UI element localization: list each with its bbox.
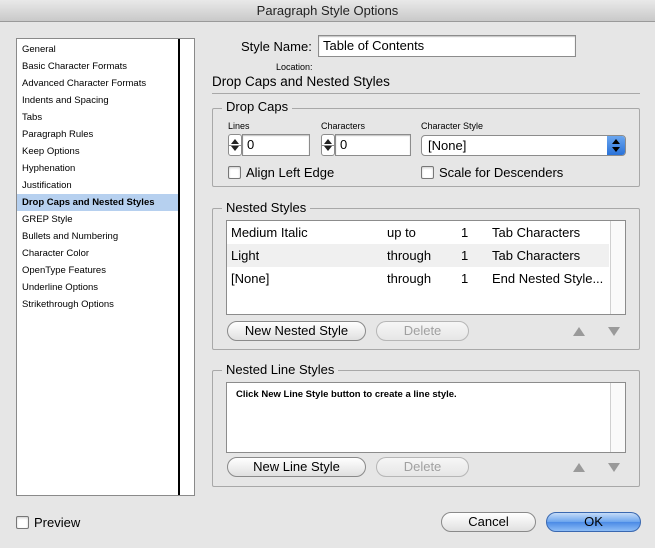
nested-line-styles-list[interactable]: Click New Line Style button to create a … (226, 382, 626, 453)
table-row[interactable]: [None] through 1 End Nested Style... (227, 267, 609, 290)
section-divider (212, 93, 640, 94)
category-keep-options[interactable]: Keep Options (17, 143, 178, 160)
nested-style-mode: through (387, 248, 432, 263)
align-left-edge-label: Align Left Edge (246, 165, 335, 180)
scale-for-descenders-checkbox[interactable] (421, 166, 434, 179)
new-line-style-button[interactable]: New Line Style (227, 457, 366, 477)
lines-label: Lines (228, 121, 250, 131)
category-strikethrough-options[interactable]: Strikethrough Options (17, 296, 178, 313)
category-grep-style[interactable]: GREP Style (17, 211, 178, 228)
category-general[interactable]: General (17, 41, 178, 58)
align-left-edge-checkbox[interactable] (228, 166, 241, 179)
preview-checkbox[interactable] (16, 516, 29, 529)
nested-style-end: Tab Characters (492, 225, 581, 240)
category-list[interactable]: General Basic Character Formats Advanced… (16, 38, 195, 496)
category-justification[interactable]: Justification (17, 177, 178, 194)
nested-line-styles-hint: Click New Line Style button to create a … (236, 389, 457, 400)
category-indents-and-spacing[interactable]: Indents and Spacing (17, 92, 178, 109)
nested-style-name: Medium Italic (231, 225, 308, 240)
preview-label: Preview (34, 515, 81, 530)
category-drop-caps-and-nested-styles[interactable]: Drop Caps and Nested Styles (17, 194, 178, 211)
category-opentype-features[interactable]: OpenType Features (17, 262, 178, 279)
characters-label: Characters (321, 121, 366, 131)
nested-style-end: Tab Characters (492, 248, 581, 263)
characters-increment-icon[interactable] (324, 139, 332, 144)
characters-decrement-icon[interactable] (324, 146, 332, 151)
category-underline-options[interactable]: Underline Options (17, 279, 178, 296)
nested-style-count: 1 (461, 225, 469, 240)
triangle-up-icon (573, 463, 585, 472)
style-name-label: Style Name: (241, 39, 312, 54)
nested-styles-list[interactable]: Medium Italic up to 1 Tab Characters Lig… (226, 220, 626, 315)
move-down-line-style-button[interactable] (607, 461, 621, 473)
category-list-scrollbar[interactable] (178, 39, 194, 495)
nested-style-mode: through (387, 271, 432, 286)
nested-styles-scrollbar[interactable] (610, 221, 625, 314)
window-title-bar: Paragraph Style Options (0, 0, 655, 22)
lines-input[interactable]: 0 (242, 134, 310, 156)
move-up-line-style-button[interactable] (572, 461, 586, 473)
move-up-nested-style-button[interactable] (572, 325, 586, 337)
ok-button[interactable]: OK (546, 512, 641, 532)
triangle-down-icon (608, 463, 620, 472)
nested-line-styles-scrollbar[interactable] (610, 383, 625, 452)
category-bullets-and-numbering[interactable]: Bullets and Numbering (17, 228, 178, 245)
table-row[interactable]: Light through 1 Tab Characters (227, 244, 609, 267)
nested-styles-title: Nested Styles (222, 200, 311, 215)
category-basic-character-formats[interactable]: Basic Character Formats (17, 58, 178, 75)
delete-line-style-button[interactable]: Delete (376, 457, 469, 477)
drop-caps-title: Drop Caps (222, 99, 293, 114)
lines-decrement-icon[interactable] (231, 146, 239, 151)
window-title: Paragraph Style Options (256, 3, 399, 18)
move-down-nested-style-button[interactable] (607, 325, 621, 337)
select-arrows-icon (607, 136, 625, 155)
style-name-input[interactable]: Table of Contents (318, 35, 576, 57)
scale-for-descenders-label: Scale for Descenders (439, 165, 564, 180)
nested-style-count: 1 (461, 271, 469, 286)
location-label: Location: (276, 62, 313, 72)
nested-style-end: End Nested Style... (492, 271, 604, 286)
character-style-select[interactable]: [None] (421, 135, 626, 156)
character-style-label: Character Style (421, 121, 484, 131)
category-paragraph-rules[interactable]: Paragraph Rules (17, 126, 178, 143)
lines-increment-icon[interactable] (231, 139, 239, 144)
category-advanced-character-formats[interactable]: Advanced Character Formats (17, 75, 178, 92)
table-row[interactable]: Medium Italic up to 1 Tab Characters (227, 221, 609, 244)
nested-style-mode: up to (387, 225, 416, 240)
new-nested-style-button[interactable]: New Nested Style (227, 321, 366, 341)
lines-stepper[interactable] (228, 134, 242, 156)
triangle-up-icon (573, 327, 585, 336)
dialog-content: General Basic Character Formats Advanced… (0, 22, 655, 548)
nested-style-name: Light (231, 248, 260, 263)
character-style-value: [None] (428, 138, 467, 153)
nested-style-name: [None] (231, 271, 270, 286)
nested-style-count: 1 (461, 248, 469, 263)
characters-input[interactable]: 0 (335, 134, 411, 156)
category-hyphenation[interactable]: Hyphenation (17, 160, 178, 177)
characters-stepper[interactable] (321, 134, 335, 156)
delete-nested-style-button[interactable]: Delete (376, 321, 469, 341)
nested-line-styles-title: Nested Line Styles (222, 362, 339, 377)
category-character-color[interactable]: Character Color (17, 245, 178, 262)
cancel-button[interactable]: Cancel (441, 512, 536, 532)
section-heading: Drop Caps and Nested Styles (212, 74, 390, 89)
category-tabs[interactable]: Tabs (17, 109, 178, 126)
triangle-down-icon (608, 327, 620, 336)
